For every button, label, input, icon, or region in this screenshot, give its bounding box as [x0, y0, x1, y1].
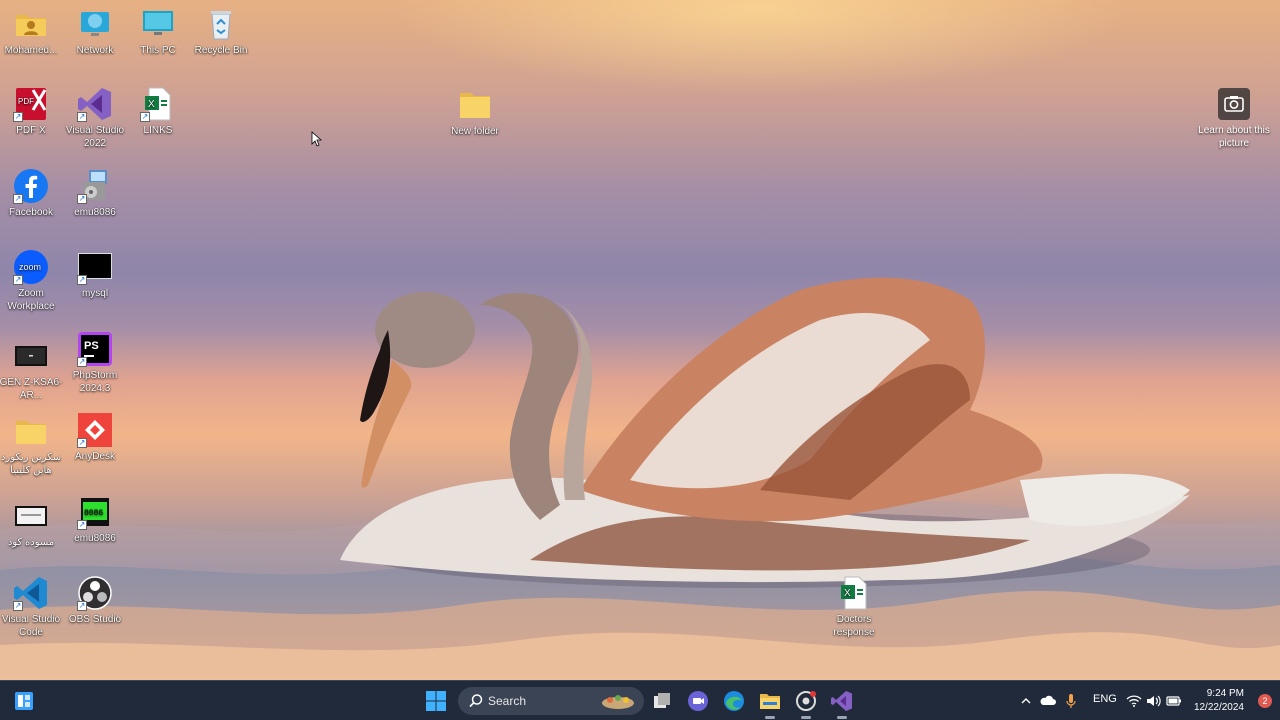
- clock-date: 12/22/2024: [1193, 702, 1244, 713]
- desktop-icon-user-folder[interactable]: Mohamed...: [0, 6, 66, 57]
- icon-label: emu8086: [74, 207, 116, 218]
- icon-label: مسودة كود: [7, 537, 55, 548]
- language-indicator[interactable]: ENG: [1093, 693, 1117, 705]
- desktop-icon-arabic-video[interactable]: مسودة كود: [0, 498, 66, 549]
- battery-icon[interactable]: [1166, 694, 1182, 708]
- widgets-icon: [15, 692, 33, 710]
- desktop-icon-gen-video[interactable]: GEN Z-KSA6-AR...: [0, 338, 66, 402]
- icon-label: mysql: [81, 288, 109, 299]
- desktop-icon-anydesk[interactable]: ↗ AnyDesk: [60, 412, 130, 463]
- icon-label: GEN Z-KSA6-AR...: [0, 377, 63, 401]
- svg-text:zoom: zoom: [19, 262, 41, 272]
- icon-label: Network: [76, 45, 114, 56]
- desktop-icon-pdf-x[interactable]: PDF ↗ PDF X: [0, 86, 66, 137]
- onedrive-icon[interactable]: [1040, 694, 1056, 708]
- icon-label: LINKS: [143, 125, 173, 136]
- desktop-icon-this-pc[interactable]: This PC: [123, 6, 193, 57]
- desktop-icon-links[interactable]: X ↗ LINKS: [123, 86, 193, 137]
- svg-text:PDF: PDF: [18, 97, 34, 106]
- desktop-icon-facebook[interactable]: ↗ Facebook: [0, 168, 66, 219]
- icon-label: New folder: [451, 126, 499, 137]
- desktop-icon-zoom[interactable]: zoom ↗ Zoom Workplace: [0, 249, 66, 313]
- desktop-icon-emu8086-installer[interactable]: ↗ emu8086: [60, 168, 130, 219]
- task-view-button[interactable]: [648, 687, 676, 715]
- desktop-icon-mysql[interactable]: ↗ mysql: [60, 249, 130, 300]
- icon-label: PDF X: [16, 125, 46, 136]
- chrome-devtools-button[interactable]: [792, 687, 820, 719]
- network-icon: [81, 12, 109, 36]
- microphone-icon[interactable]: [1065, 693, 1077, 709]
- edge-icon: [724, 691, 744, 711]
- taskbar: Search ENG 9:24 PM 12/22/2024 2: [0, 680, 1280, 720]
- video-file-icon: [15, 346, 47, 366]
- teams-chat-button[interactable]: [684, 687, 712, 715]
- desktop[interactable]: Mohamed... PDF ↗ PDF X ↗ Facebook zoom ↗ Z…: [0, 0, 1280, 680]
- icon-label: emu8086: [74, 533, 116, 544]
- icon-label: سكرين ريكورد هاين كلينيا: [0, 452, 62, 476]
- file-explorer-icon: [760, 694, 780, 709]
- clock[interactable]: 9:24 PM 12/22/2024: [1194, 687, 1244, 715]
- folder-icon: [16, 421, 46, 444]
- icon-label: Recycle Bin: [194, 45, 248, 56]
- file-explorer-button[interactable]: [756, 687, 784, 719]
- desktop-icon-arabic-folder[interactable]: سكرين ريكورد هاين كلينيا: [0, 413, 66, 477]
- start-button[interactable]: [422, 687, 450, 715]
- learn-about-picture[interactable]: Learn about this picture: [1198, 88, 1270, 150]
- excel-file-icon: X: [841, 576, 867, 610]
- icon-label: PhpStorm 2024.3: [72, 370, 118, 394]
- desktop-icon-emu8086-chip[interactable]: 8086 ↗ emu8086: [60, 494, 130, 545]
- taskbar-search[interactable]: Search: [458, 687, 644, 715]
- icon-label: Facebook: [9, 207, 53, 218]
- folder-icon: [460, 93, 490, 118]
- video-file-icon: [15, 506, 47, 526]
- visual-studio-taskbar-button[interactable]: [828, 687, 856, 719]
- camera-icon: [1218, 88, 1250, 120]
- visual-studio-icon: [831, 691, 852, 711]
- svg-text:X: X: [844, 588, 851, 599]
- recycle-bin-icon: [211, 11, 231, 40]
- wifi-icon[interactable]: [1126, 694, 1142, 708]
- icon-label: OBS Studio: [68, 614, 122, 625]
- desktop-icon-new-folder[interactable]: New folder: [440, 87, 510, 138]
- learn-about-picture-label: Learn about this picture: [1198, 125, 1270, 149]
- search-icon: [469, 694, 483, 708]
- volume-icon[interactable]: [1146, 694, 1162, 708]
- desktop-icon-doctors-response[interactable]: X Doctors response: [819, 575, 889, 639]
- task-view-icon: [654, 693, 670, 708]
- icon-label: Mohamed...: [4, 45, 58, 56]
- user-folder-icon: [16, 15, 46, 36]
- desktop-icon-network[interactable]: Network: [60, 6, 130, 57]
- mouse-cursor-icon: [311, 131, 323, 147]
- desktop-icon-obs[interactable]: ↗ OBS Studio: [60, 575, 130, 626]
- widgets-button[interactable]: [10, 687, 38, 715]
- clock-time: 9:24 PM: [1206, 688, 1244, 699]
- windows-start-icon: [426, 691, 446, 711]
- search-label: Search: [488, 694, 527, 708]
- icon-label: This PC: [140, 45, 176, 56]
- chrome-devtools-icon: [796, 691, 816, 711]
- notification-badge[interactable]: 2: [1258, 694, 1272, 708]
- icon-label: Visual Studio Code: [1, 614, 61, 638]
- svg-text:8086: 8086: [84, 509, 103, 518]
- edge-button[interactable]: [720, 687, 748, 715]
- desktop-icon-vscode[interactable]: ↗ Visual Studio Code: [0, 575, 66, 639]
- search-highlight-doodle-icon: [602, 695, 634, 709]
- svg-text:X: X: [148, 99, 155, 110]
- svg-text:PS: PS: [84, 340, 99, 352]
- icon-label: AnyDesk: [74, 451, 115, 462]
- icon-label: Doctors response: [833, 614, 875, 638]
- desktop-icon-recycle-bin[interactable]: Recycle Bin: [186, 6, 256, 57]
- chevron-up-icon[interactable]: [1020, 695, 1032, 707]
- teams-chat-icon: [688, 691, 708, 711]
- this-pc-icon: [143, 11, 173, 35]
- icon-label: Visual Studio 2022: [65, 125, 125, 149]
- wallpaper-swan: [340, 277, 1190, 588]
- desktop-icon-phpstorm[interactable]: PS ↗ PhpStorm 2024.3: [60, 331, 130, 395]
- icon-label: Zoom Workplace: [7, 288, 55, 312]
- desktop-icon-visual-studio[interactable]: ↗ Visual Studio 2022: [60, 86, 130, 150]
